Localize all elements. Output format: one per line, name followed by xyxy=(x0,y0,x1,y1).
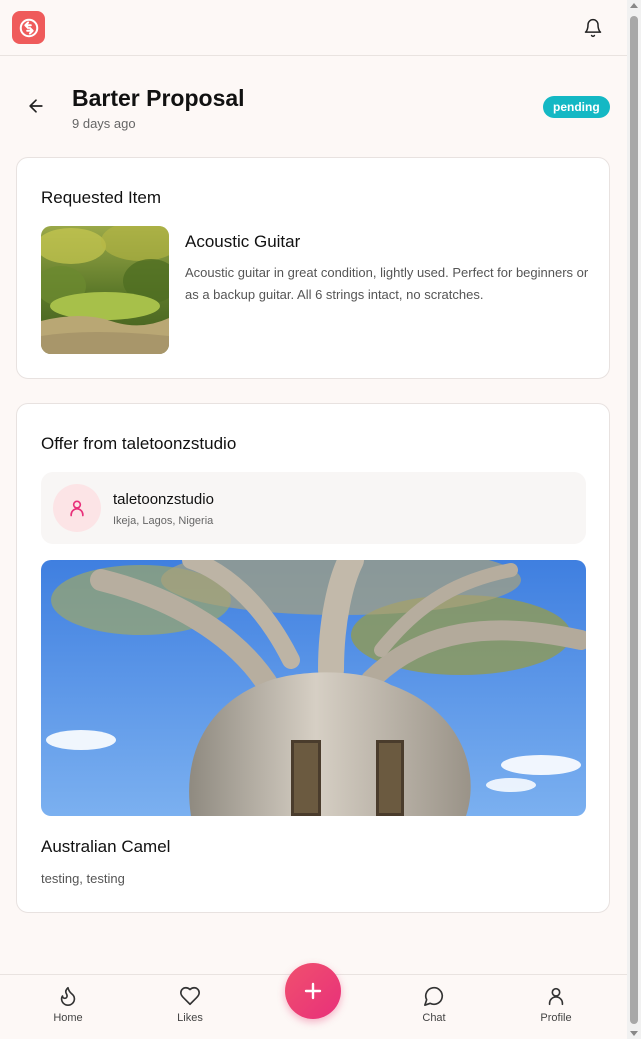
user-icon xyxy=(548,987,564,1006)
requested-section-title: Requested Item xyxy=(41,188,162,207)
user-icon xyxy=(70,500,84,517)
page-subtitle: 9 days ago xyxy=(72,116,136,131)
scroll-down-icon[interactable] xyxy=(630,1031,638,1036)
top-bar xyxy=(0,0,627,56)
offer-item-description: testing, testing xyxy=(41,871,125,886)
back-button[interactable] xyxy=(26,96,46,116)
offer-item-image[interactable] xyxy=(41,560,586,816)
scroll-thumb[interactable] xyxy=(630,16,638,1024)
nav-home[interactable]: Home xyxy=(28,985,108,1024)
requested-item-image[interactable] xyxy=(41,226,169,354)
app-logo[interactable] xyxy=(12,11,45,44)
nav-chat[interactable]: Chat xyxy=(394,985,474,1024)
nav-likes-label: Likes xyxy=(177,1012,203,1024)
requested-item-name: Acoustic Guitar xyxy=(185,232,301,251)
flame-icon xyxy=(60,986,76,1006)
requested-item-card: Requested Item Acoustic Guitar Acoustic … xyxy=(16,157,610,379)
nav-home-label: Home xyxy=(53,1012,83,1024)
status-badge: pending xyxy=(543,96,610,118)
bell-icon[interactable] xyxy=(583,18,603,38)
baobab-photo xyxy=(41,560,586,816)
landscape-photo xyxy=(41,226,169,354)
heart-icon xyxy=(180,986,200,1006)
swap-circle-icon xyxy=(19,18,38,37)
requested-item-description: Acoustic guitar in great condition, ligh… xyxy=(185,265,589,302)
offer-section-title: Offer from taletoonzstudio xyxy=(41,434,237,453)
add-listing-button[interactable] xyxy=(285,963,341,1019)
offer-user-name: taletoonzstudio xyxy=(113,491,214,508)
scroll-up-icon[interactable] xyxy=(630,3,638,8)
message-circle-icon xyxy=(424,986,444,1006)
page-title: Barter Proposal xyxy=(72,85,245,111)
plus-icon xyxy=(304,982,322,1000)
offer-card: Offer from taletoonzstudio taletoonzstud… xyxy=(16,403,610,913)
offer-user-location: Ikeja, Lagos, Nigeria xyxy=(113,515,214,527)
nav-profile[interactable]: Profile xyxy=(516,985,596,1024)
app-root: Barter Proposal 9 days ago pending Reque… xyxy=(0,0,627,1039)
nav-profile-label: Profile xyxy=(540,1012,572,1024)
scrollbar[interactable] xyxy=(627,0,641,1039)
avatar xyxy=(53,484,101,532)
nav-chat-label: Chat xyxy=(422,1012,446,1024)
offer-item-name: Australian Camel xyxy=(41,837,171,856)
offer-user-box[interactable]: taletoonzstudio Ikeja, Lagos, Nigeria xyxy=(41,472,586,544)
nav-likes[interactable]: Likes xyxy=(150,985,230,1024)
